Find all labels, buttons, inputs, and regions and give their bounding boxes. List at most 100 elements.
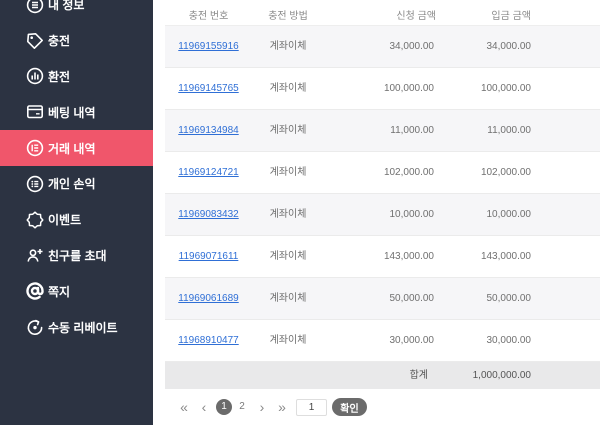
sidebar-menu: 내 정보 충전 환전 베팅 내역 거래 내역 개인 손익 이벤트 친구를 초대 …	[0, 0, 153, 345]
rebate-icon	[26, 318, 44, 336]
at-message-icon	[26, 282, 44, 300]
total-empty-cell	[165, 362, 252, 389]
header-requested-amount: 신청 금액	[396, 11, 436, 22]
deposit-id-cell: 11969083432	[165, 194, 252, 235]
sidebar-item-exchange[interactable]: 환전	[0, 59, 153, 95]
extra-cell	[541, 194, 600, 235]
requested-amount: 11,000.00	[390, 125, 434, 136]
header-deposit-id: 충전 번호	[188, 11, 229, 22]
sidebar-item-label: 베팅 내역	[48, 105, 96, 120]
deposit-method: 계좌이체	[269, 41, 307, 52]
deposit-method: 계좌이체	[269, 125, 307, 136]
deposited-amount: 10,000.00	[486, 209, 532, 220]
deposit-method: 계좌이체	[269, 209, 307, 220]
event-badge-icon	[26, 211, 44, 229]
page-button-1[interactable]: 1	[216, 399, 232, 415]
page-button-2[interactable]: 2	[234, 399, 250, 415]
total-empty-cell	[252, 362, 324, 389]
deposit-id-link[interactable]: 11968910477	[178, 335, 238, 346]
table-row: 11968910477 계좌이체 30,000.00 30,000.00	[165, 320, 600, 362]
sidebar-item-profit-loss[interactable]: 개인 손익	[0, 166, 153, 202]
table-row: 11969083432 계좌이체 10,000.00 10,000.00	[165, 194, 600, 236]
invite-friend-icon	[26, 246, 44, 264]
deposit-id-cell: 11969155916	[165, 26, 252, 67]
requested-amount: 10,000.00	[389, 209, 435, 220]
sidebar-item-label: 환전	[48, 69, 71, 84]
page-goto-confirm-button[interactable]: 확인	[332, 398, 367, 416]
table-row: 11969071611 계좌이체 143,000.00 143,000.00	[165, 236, 600, 278]
table-row: 11969134984 계좌이체 11,000.00 11,000.00	[165, 110, 600, 152]
deposited-amount: 34,000.00	[486, 41, 532, 52]
deposit-method: 계좌이체	[269, 335, 307, 346]
requested-amount: 30,000.00	[389, 335, 435, 346]
pagination: « ‹ 1 2 › » 확인	[176, 398, 367, 416]
deposited-amount: 50,000.00	[486, 293, 532, 304]
deposit-tag-icon	[26, 32, 44, 50]
deposit-method: 계좌이체	[269, 251, 307, 262]
extra-cell	[541, 110, 600, 151]
header-extra	[541, 0, 600, 26]
requested-amount: 50,000.00	[389, 293, 435, 304]
total-amount: 1,000,000.00	[472, 370, 531, 381]
exchange-chart-icon	[26, 67, 44, 85]
deposited-amount: 143,000.00	[480, 251, 531, 262]
sidebar-item-label: 거래 내역	[48, 141, 96, 156]
pagination-next-button[interactable]: ›	[254, 399, 270, 415]
deposit-id-cell: 11969061689	[165, 278, 252, 319]
requested-amount: 143,000.00	[383, 251, 434, 262]
sidebar-item-messages[interactable]: 쪽지	[0, 273, 153, 309]
sidebar-item-label: 수동 리베이트	[48, 320, 118, 335]
deposit-id-link[interactable]: 11969145765	[178, 83, 238, 94]
table-row: 11969124721 계좌이체 102,000.00 102,000.00	[165, 152, 600, 194]
sidebar-item-event[interactable]: 이벤트	[0, 202, 153, 238]
sidebar-item-label: 내 정보	[48, 0, 85, 13]
total-empty-cell	[541, 362, 600, 389]
pagination-first-button[interactable]: «	[176, 399, 192, 415]
sidebar-item-label: 이벤트	[48, 213, 82, 228]
deposit-id-link[interactable]: 11969134984	[178, 125, 238, 136]
deposit-method: 계좌이체	[269, 167, 307, 178]
deposit-id-link[interactable]: 11969124721	[178, 167, 238, 178]
extra-cell	[541, 68, 600, 109]
page-goto-input[interactable]	[296, 398, 327, 416]
deposit-id-cell: 11968910477	[165, 320, 252, 361]
sidebar-item-manual-rebate[interactable]: 수동 리베이트	[0, 309, 153, 345]
requested-amount: 100,000.00	[383, 83, 434, 94]
table-row: 11969061689 계좌이체 50,000.00 50,000.00	[165, 278, 600, 320]
deposit-id-cell: 11969134984	[165, 110, 252, 151]
deposit-id-link[interactable]: 11969061689	[178, 293, 238, 304]
table-header-row: 충전 번호 충전 방법 신청 금액 입금 금액	[165, 0, 600, 26]
deposit-history-table: 충전 번호 충전 방법 신청 금액 입금 금액 11969155916 계좌이체…	[165, 0, 600, 389]
table-body: 11969155916 계좌이체 34,000.00 34,000.00 119…	[165, 26, 600, 362]
betting-window-icon	[26, 103, 44, 121]
deposit-method: 계좌이체	[269, 83, 307, 94]
total-row: 합계 1,000,000.00	[165, 362, 600, 389]
extra-cell	[541, 26, 600, 67]
sidebar-item-transaction-history[interactable]: 거래 내역	[0, 130, 153, 166]
deposit-id-link[interactable]: 11969071611	[179, 251, 239, 262]
transaction-list-icon	[26, 139, 44, 157]
header-deposit-method: 충전 방법	[268, 11, 308, 22]
requested-amount: 34,000.00	[389, 41, 435, 52]
sidebar-item-my-info[interactable]: 내 정보	[0, 0, 153, 23]
sidebar-item-label: 개인 손익	[48, 177, 96, 192]
requested-amount: 102,000.00	[383, 167, 434, 178]
deposit-id-cell: 11969071611	[165, 236, 252, 277]
profit-loss-icon	[26, 175, 44, 193]
user-info-icon	[26, 0, 44, 14]
extra-cell	[541, 236, 600, 277]
deposit-id-link[interactable]: 11969155916	[178, 41, 238, 52]
sidebar-item-betting-history[interactable]: 베팅 내역	[0, 94, 153, 130]
header-deposited-amount: 입금 금액	[491, 11, 531, 22]
sidebar-item-label: 친구를 초대	[48, 248, 107, 263]
sidebar-item-invite-friend[interactable]: 친구를 초대	[0, 238, 153, 274]
deposit-id-link[interactable]: 11969083432	[178, 209, 238, 220]
total-label: 합계	[409, 370, 428, 381]
sidebar-item-label: 쪽지	[48, 284, 71, 299]
sidebar: 내 정보 충전 환전 베팅 내역 거래 내역 개인 손익 이벤트 친구를 초대 …	[0, 0, 153, 425]
sidebar-item-deposit[interactable]: 충전	[0, 23, 153, 59]
pagination-last-button[interactable]: »	[274, 399, 290, 415]
table-row: 11969155916 계좌이체 34,000.00 34,000.00	[165, 26, 600, 68]
extra-cell	[541, 152, 600, 193]
pagination-prev-button[interactable]: ‹	[196, 399, 212, 415]
